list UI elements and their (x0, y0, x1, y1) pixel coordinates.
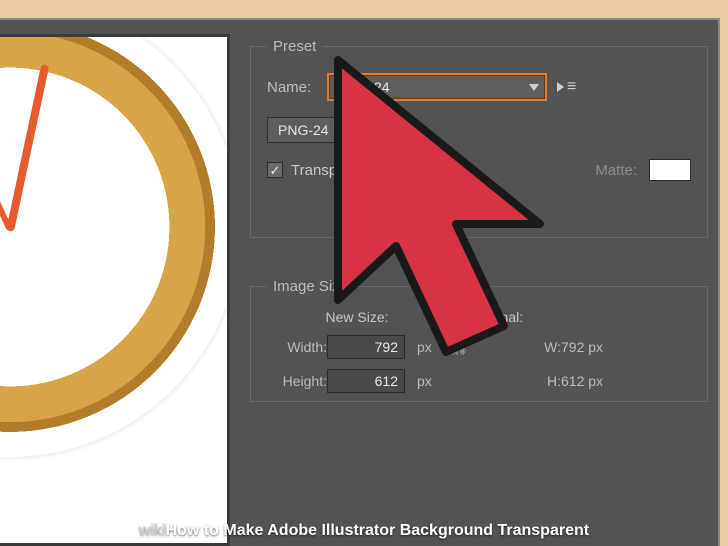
watermark-caption: wikiHow to Make Adobe Illustrator Backgr… (0, 522, 728, 540)
matte-row: Matte: (595, 159, 691, 181)
height-label: Height: (267, 373, 327, 389)
preset-name-value: PNG-24 (339, 79, 390, 95)
matte-label: Matte: (595, 162, 637, 179)
orig-width-label: W: (471, 339, 561, 355)
chevron-down-icon (529, 84, 539, 91)
preset-name-dropdown[interactable]: PNG-24 (327, 73, 547, 101)
height-value: 612 (375, 373, 398, 389)
menu-lines-icon: ≡ (567, 78, 575, 96)
matte-swatch[interactable] (649, 159, 691, 181)
gauge-needle (6, 64, 49, 232)
format-row: PNG-24 (267, 117, 691, 143)
watermark-rest: to Make Adobe Illustrator Background Tra… (199, 522, 589, 539)
watermark-prefix: wiki (139, 522, 166, 539)
triangle-right-icon (557, 82, 564, 92)
gauge-graphic (0, 34, 230, 457)
settings-panel: Preset Name: PNG-24 ≡ PNG-24 (250, 34, 708, 546)
artwork-preview (0, 34, 230, 546)
preset-options-button[interactable]: ≡ (557, 78, 575, 96)
name-label: Name: (267, 79, 317, 96)
transparency-row: ✓ Transparency Matte: (267, 159, 691, 181)
orig-height-value: 612 px (561, 373, 641, 389)
height-input[interactable]: 612 (327, 369, 405, 393)
new-size-header: New Size: (267, 309, 447, 325)
width-label: Width: (267, 339, 327, 355)
preset-group: Preset Name: PNG-24 ≡ PNG-24 (250, 38, 708, 238)
width-input[interactable]: 792 (327, 335, 405, 359)
link-dimensions-icon[interactable]: ⛓ (447, 337, 471, 357)
chevron-down-icon (360, 127, 370, 134)
original-header: Original: (471, 309, 641, 325)
watermark-how: How (166, 522, 200, 539)
orig-width-value: 792 px (561, 339, 641, 355)
preset-legend: Preset (267, 38, 322, 55)
format-dropdown[interactable]: PNG-24 (267, 117, 377, 143)
orig-height-label: H: (471, 373, 561, 389)
image-size-legend: Image Size (267, 278, 354, 295)
height-unit: px (417, 373, 447, 389)
width-value: 792 (375, 339, 398, 355)
width-unit: px (417, 339, 447, 355)
image-size-group: Image Size New Size: Original: Width: 79… (250, 278, 708, 402)
transparency-label: Transparency (291, 162, 382, 179)
size-grid: New Size: Original: Width: 792 px ⛓ W: 7… (267, 309, 691, 393)
transparency-checkbox[interactable]: ✓ (267, 162, 283, 178)
transparency-checkbox-label[interactable]: ✓ Transparency (267, 162, 382, 179)
preset-name-row: Name: PNG-24 ≡ (267, 73, 691, 101)
format-value: PNG-24 (278, 122, 329, 138)
dialog-frame: Preset Name: PNG-24 ≡ PNG-24 (0, 18, 720, 546)
